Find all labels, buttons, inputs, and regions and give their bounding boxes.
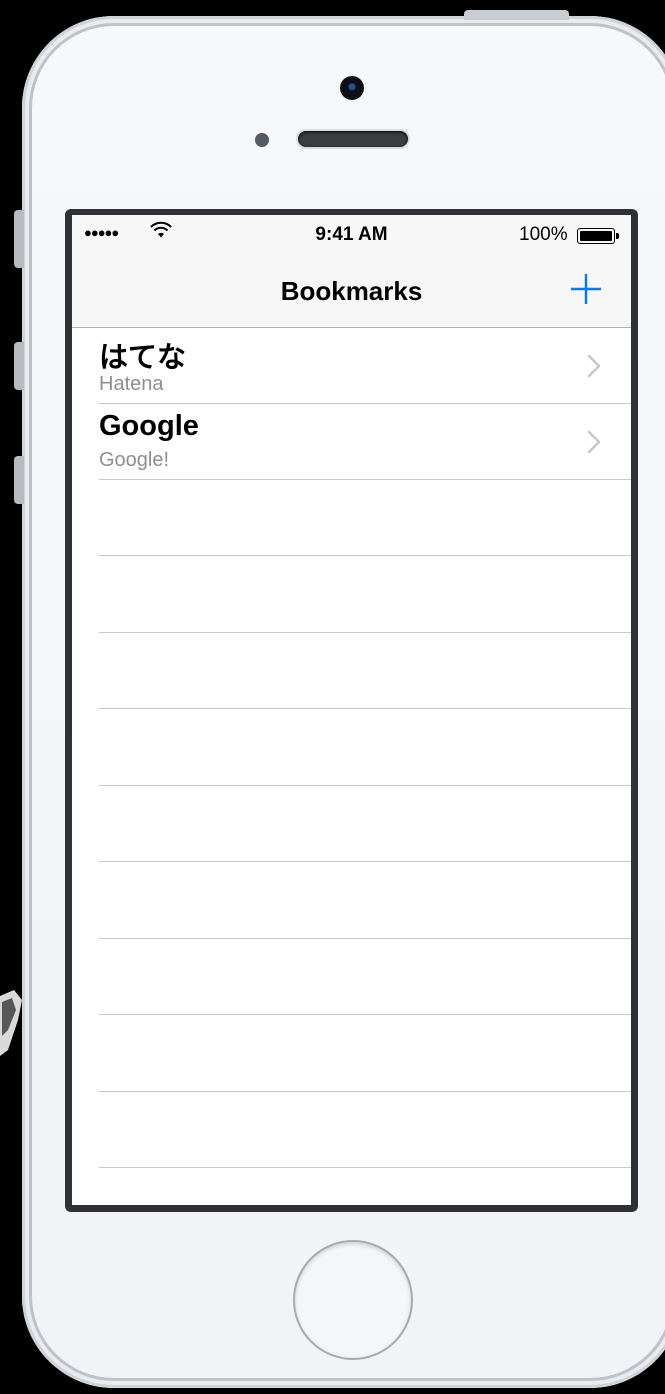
bookmark-title: はてな [99, 342, 187, 374]
empty-row [72, 633, 631, 709]
volume-up-button [14, 342, 24, 390]
add-bookmark-button[interactable] [568, 271, 604, 307]
power-button [464, 10, 569, 20]
page-title: Bookmarks [280, 276, 423, 306]
empty-row [72, 863, 631, 939]
row-separator [99, 861, 631, 862]
bookmark-row-hatena[interactable]: はてな Hatena [72, 328, 631, 404]
battery-percent: 100% [519, 224, 568, 245]
plus-icon [571, 274, 601, 304]
empty-row [72, 939, 631, 1015]
empty-row [72, 1092, 631, 1168]
mute-switch [14, 210, 24, 268]
battery-icon [577, 228, 619, 244]
proximity-sensor [255, 133, 269, 147]
front-camera [340, 76, 364, 100]
home-button[interactable] [293, 1240, 413, 1360]
empty-row [72, 1016, 631, 1092]
empty-row [72, 557, 631, 633]
chevron-right-icon [587, 354, 601, 378]
navigation-bar: Bookmarks [72, 255, 631, 328]
background-fragment [0, 990, 22, 1056]
bookmark-subtitle: Google! [99, 449, 170, 471]
row-separator [99, 555, 631, 556]
empty-row [72, 480, 631, 556]
status-bar: ●●●●● 9:41 AM 100% [72, 215, 631, 255]
row-separator [99, 1014, 631, 1015]
row-separator [99, 1167, 631, 1168]
chevron-right-icon [587, 430, 601, 454]
volume-down-button [14, 456, 24, 504]
empty-row [72, 710, 631, 786]
earpiece-speaker [298, 131, 408, 147]
app-screen: ●●●●● 9:41 AM 100% Bookmarks はてな Hatena [72, 215, 631, 1205]
bookmark-title: Google [99, 410, 199, 442]
bookmark-row-google[interactable]: Google Google! [72, 404, 631, 480]
row-separator [99, 708, 631, 709]
empty-row [72, 786, 631, 862]
bookmark-subtitle: Hatena [99, 373, 164, 395]
